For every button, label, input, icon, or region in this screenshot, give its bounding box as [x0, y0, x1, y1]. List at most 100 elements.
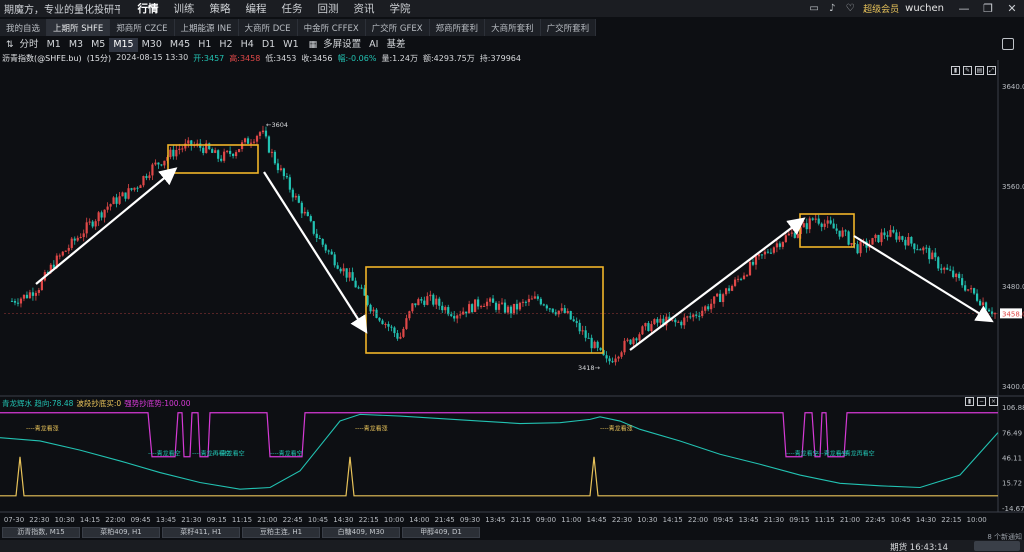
bottom-tab-ma[interactable]: 甲醇409, D1: [402, 527, 480, 538]
time-tick-label: 22:45: [283, 516, 303, 524]
candle-body: [644, 323, 647, 327]
candle-body: [378, 317, 381, 321]
period-m1[interactable]: M1: [43, 38, 65, 52]
period-timeshare[interactable]: 分时: [16, 38, 43, 52]
basis-button[interactable]: 基差: [382, 38, 409, 52]
candle-body: [733, 279, 737, 286]
bottom-tab-oi[interactable]: 菜籽411, H1: [162, 527, 240, 538]
menu-item-market[interactable]: 行情: [130, 1, 166, 16]
menu-item-tasks[interactable]: 任务: [274, 1, 310, 16]
bottom-tab-bu[interactable]: 沥青指数, M15: [2, 527, 80, 538]
candle-body: [871, 238, 874, 245]
tab-dce[interactable]: 大商所 DCE: [238, 19, 298, 36]
close-button[interactable]: ✕: [1000, 2, 1024, 15]
candle-body: [118, 196, 121, 204]
candle-body: [841, 230, 844, 237]
tab-shfe[interactable]: 上期所 SHFE: [47, 19, 111, 36]
candle-body: [124, 192, 127, 199]
candle-body: [255, 135, 259, 142]
candle-body: [647, 323, 650, 332]
period-m30[interactable]: M30: [138, 38, 166, 52]
menu-item-academy[interactable]: 学院: [382, 1, 418, 16]
bottom-tab-m[interactable]: 豆粕主连, H1: [242, 527, 320, 538]
indicator-close-icon[interactable]: ×: [989, 397, 998, 406]
period-m15[interactable]: M15: [109, 38, 138, 52]
candle-body: [901, 236, 904, 240]
status-time: 期货 16:43:14: [890, 543, 948, 552]
candle-body: [372, 309, 375, 312]
candle-body: [309, 216, 312, 222]
indicator-minus-icon[interactable]: −: [977, 397, 986, 406]
candlestick-chart[interactable]: 3640.0 3560.0 3480.0 3400.0 3458.0 ←3604 3418→…: [0, 52, 1024, 552]
candle-body: [539, 298, 542, 305]
status-avatar[interactable]: [974, 541, 1020, 551]
candle-body: [70, 238, 73, 248]
tab-dce-spread[interactable]: 大商所套利: [485, 19, 541, 36]
layout-icon[interactable]: ▦: [309, 40, 318, 50]
candle-body: [587, 337, 590, 339]
candle-body: [384, 323, 387, 325]
time-tick-label: 14:30: [333, 516, 353, 524]
minimize-button[interactable]: —: [952, 2, 976, 15]
period-d1[interactable]: D1: [258, 38, 279, 52]
tab-watchlist[interactable]: 我的自选: [0, 19, 48, 36]
menu-item-strategy[interactable]: 策略: [202, 1, 238, 16]
time-tick-label: 14:00: [409, 516, 429, 524]
period-w1[interactable]: W1: [279, 38, 302, 52]
candle-body: [85, 222, 88, 234]
period-h2[interactable]: H2: [215, 38, 236, 52]
time-tick-label: 21:45: [435, 516, 455, 524]
candle-body: [181, 148, 184, 150]
indicator-bar-icon[interactable]: ▮: [965, 397, 974, 406]
user-name[interactable]: wuchen: [905, 3, 944, 14]
fullscreen-icon[interactable]: [1002, 38, 1014, 50]
candle-body: [19, 298, 23, 304]
tab-gfex[interactable]: 广交所 GFEX: [365, 19, 430, 36]
candle-body: [518, 302, 522, 310]
tab-cffex[interactable]: 中金所 CFFEX: [297, 19, 366, 36]
candle-body: [566, 311, 569, 313]
candle-body: [387, 323, 390, 327]
multi-screen-button[interactable]: 多屏设置: [319, 38, 365, 52]
bottom-tab-rm[interactable]: 菜粕409, H1: [82, 527, 160, 538]
bell-icon[interactable]: ♪: [825, 2, 839, 16]
candle-body: [895, 232, 898, 240]
ai-button[interactable]: AI: [365, 38, 382, 52]
candle-body: [993, 313, 997, 315]
tab-ine[interactable]: 上期能源 INE: [174, 19, 239, 36]
indicator-event-label: ----青龙看空: [270, 449, 303, 457]
period-h4[interactable]: H4: [237, 38, 258, 52]
time-tick-label: 10:45: [308, 516, 328, 524]
chart-mode-icon[interactable]: ⇅: [6, 40, 14, 50]
menu-item-coding[interactable]: 编程: [238, 1, 274, 16]
candle-body: [877, 234, 880, 243]
candle-body: [623, 340, 626, 353]
trend-arrow: [629, 217, 806, 351]
candle-body: [100, 212, 103, 218]
time-tick-label: 22:30: [29, 516, 49, 524]
tab-czce[interactable]: 郑商所 CZCE: [110, 19, 175, 36]
period-h1[interactable]: H1: [194, 38, 215, 52]
chat-icon[interactable]: ▭: [807, 2, 821, 16]
period-m45[interactable]: M45: [166, 38, 194, 52]
candle-body: [916, 249, 919, 251]
candle-body: [961, 278, 964, 286]
menu-item-news[interactable]: 资讯: [346, 1, 382, 16]
menu-item-training[interactable]: 训练: [166, 1, 202, 16]
menu-item-backtest[interactable]: 回测: [310, 1, 346, 16]
candle-body: [423, 300, 426, 305]
heart-icon[interactable]: ♡: [843, 2, 857, 16]
maximize-button[interactable]: ❐: [976, 2, 1000, 15]
period-m3[interactable]: M3: [65, 38, 87, 52]
candle-body: [61, 251, 64, 256]
time-tick-label: 10:30: [55, 516, 75, 524]
period-m5[interactable]: M5: [87, 38, 109, 52]
candle-body: [889, 229, 892, 237]
candle-body: [76, 237, 79, 241]
bottom-tab-sr[interactable]: 白糖409, M30: [322, 527, 400, 538]
tab-gfex-spread[interactable]: 广交所套利: [540, 19, 597, 36]
candle-body: [958, 273, 961, 279]
tab-czce-spread[interactable]: 郑商所套利: [429, 19, 486, 36]
candle-body: [578, 322, 581, 332]
candle-body: [232, 153, 235, 157]
